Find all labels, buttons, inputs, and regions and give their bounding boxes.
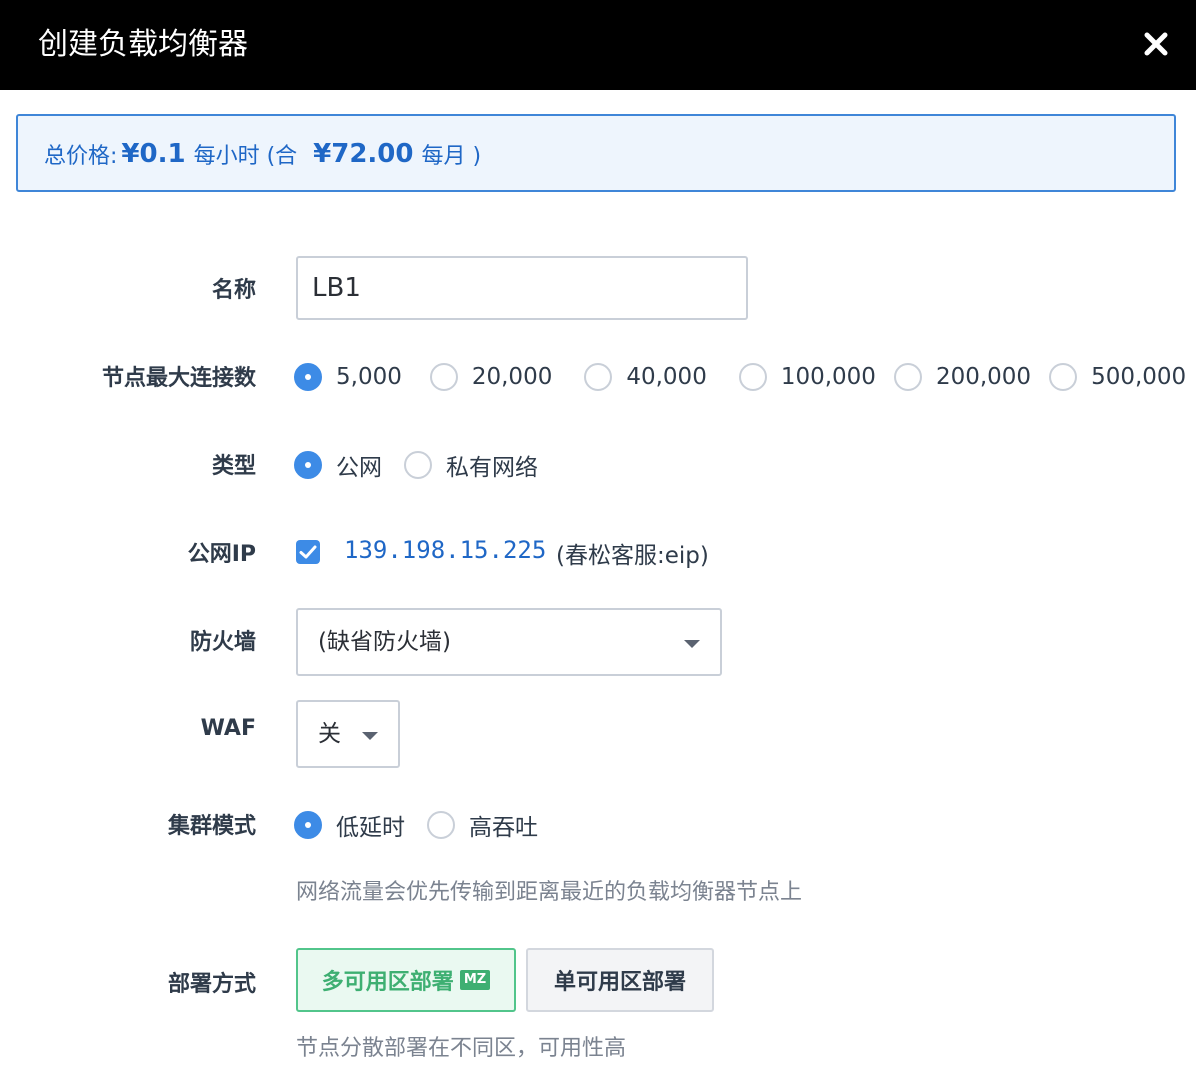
deploy-label: 部署方式 (167, 972, 256, 997)
waf-select[interactable]: 关 (296, 700, 400, 768)
firewall-value: (缺省防火墙) (318, 629, 451, 655)
radio-icon (429, 363, 458, 391)
cluster-mode-hint: 网络流量会优先传输到距离最近的负载均衡器节点上 (296, 880, 803, 905)
close-icon[interactable] (1140, 28, 1172, 60)
hourly-unit: 每小时 (合 (193, 144, 298, 169)
type-label: 类型 (211, 454, 256, 479)
caret-down-icon (362, 732, 378, 740)
monthly-price: ¥72.00 (313, 139, 414, 169)
max-connections-option-100000[interactable]: 100,000 (738, 363, 876, 391)
hourly-price: ¥0.1 (121, 139, 186, 169)
name-input[interactable]: LB1 (296, 256, 748, 320)
public-ip-address[interactable]: 139.198.15.225 (344, 536, 546, 564)
monthly-unit: 每月 ) (421, 144, 482, 169)
price-summary: 总价格: ¥0.1 每小时 (合 ¥72.00 每月 ) (16, 114, 1176, 192)
radio-icon (427, 811, 455, 839)
radio-icon (893, 363, 922, 391)
max-connections-radio-group: 5,000 20,000 40,000 100,000 200,000 500,… (294, 362, 1186, 392)
radio-icon (1049, 363, 1078, 391)
type-radio-group: 公网 私有网络 (294, 448, 538, 482)
radio-icon (294, 451, 322, 479)
radio-icon (294, 811, 322, 839)
firewall-select[interactable]: (缺省防火墙) (296, 608, 722, 676)
mz-badge: MZ (459, 970, 491, 990)
type-option-private[interactable]: 私有网络 (404, 448, 538, 482)
name-label: 名称 (211, 278, 256, 303)
price-label: 总价格: (44, 144, 118, 169)
cluster-mode-label: 集群模式 (167, 814, 256, 839)
cluster-mode-option-high-throughput[interactable]: 高吞吐 (427, 808, 538, 842)
radio-icon (584, 363, 613, 391)
multi-zone-deploy-button[interactable]: 多可用区部署 MZ (296, 948, 516, 1012)
check-icon (299, 545, 317, 559)
multi-zone-label: 多可用区部署 (321, 970, 454, 995)
public-ip-checkbox[interactable] (296, 540, 320, 564)
waf-label: WAF (200, 716, 256, 741)
cluster-mode-option-low-latency[interactable]: 低延时 (294, 808, 405, 842)
firewall-label: 防火墙 (189, 630, 256, 655)
dialog-title: 创建负载均衡器 (38, 27, 248, 62)
radio-icon (404, 451, 432, 479)
max-connections-option-5000[interactable]: 5,000 (294, 363, 402, 391)
max-connections-option-500000[interactable]: 500,000 (1049, 363, 1186, 391)
single-zone-label: 单可用区部署 (553, 970, 686, 995)
radio-icon (294, 363, 322, 391)
public-ip-label: 公网IP (187, 542, 256, 567)
max-connections-option-40000[interactable]: 40,000 (584, 363, 707, 391)
max-connections-label: 节点最大连接数 (101, 366, 256, 391)
single-zone-deploy-button[interactable]: 单可用区部署 (526, 948, 714, 1012)
caret-down-icon (684, 640, 700, 648)
dialog-header: 创建负载均衡器 (0, 0, 1196, 90)
type-option-public[interactable]: 公网 (294, 448, 382, 482)
public-ip-note: (春松客服:eip) (556, 543, 709, 569)
max-connections-option-20000[interactable]: 20,000 (429, 363, 552, 391)
cluster-mode-radio-group: 低延时 高吞吐 (294, 808, 538, 842)
max-connections-option-200000[interactable]: 200,000 (893, 363, 1031, 391)
radio-icon (738, 363, 767, 391)
waf-value: 关 (318, 721, 341, 747)
deploy-hint: 节点分散部署在不同区，可用性高 (296, 1036, 627, 1061)
